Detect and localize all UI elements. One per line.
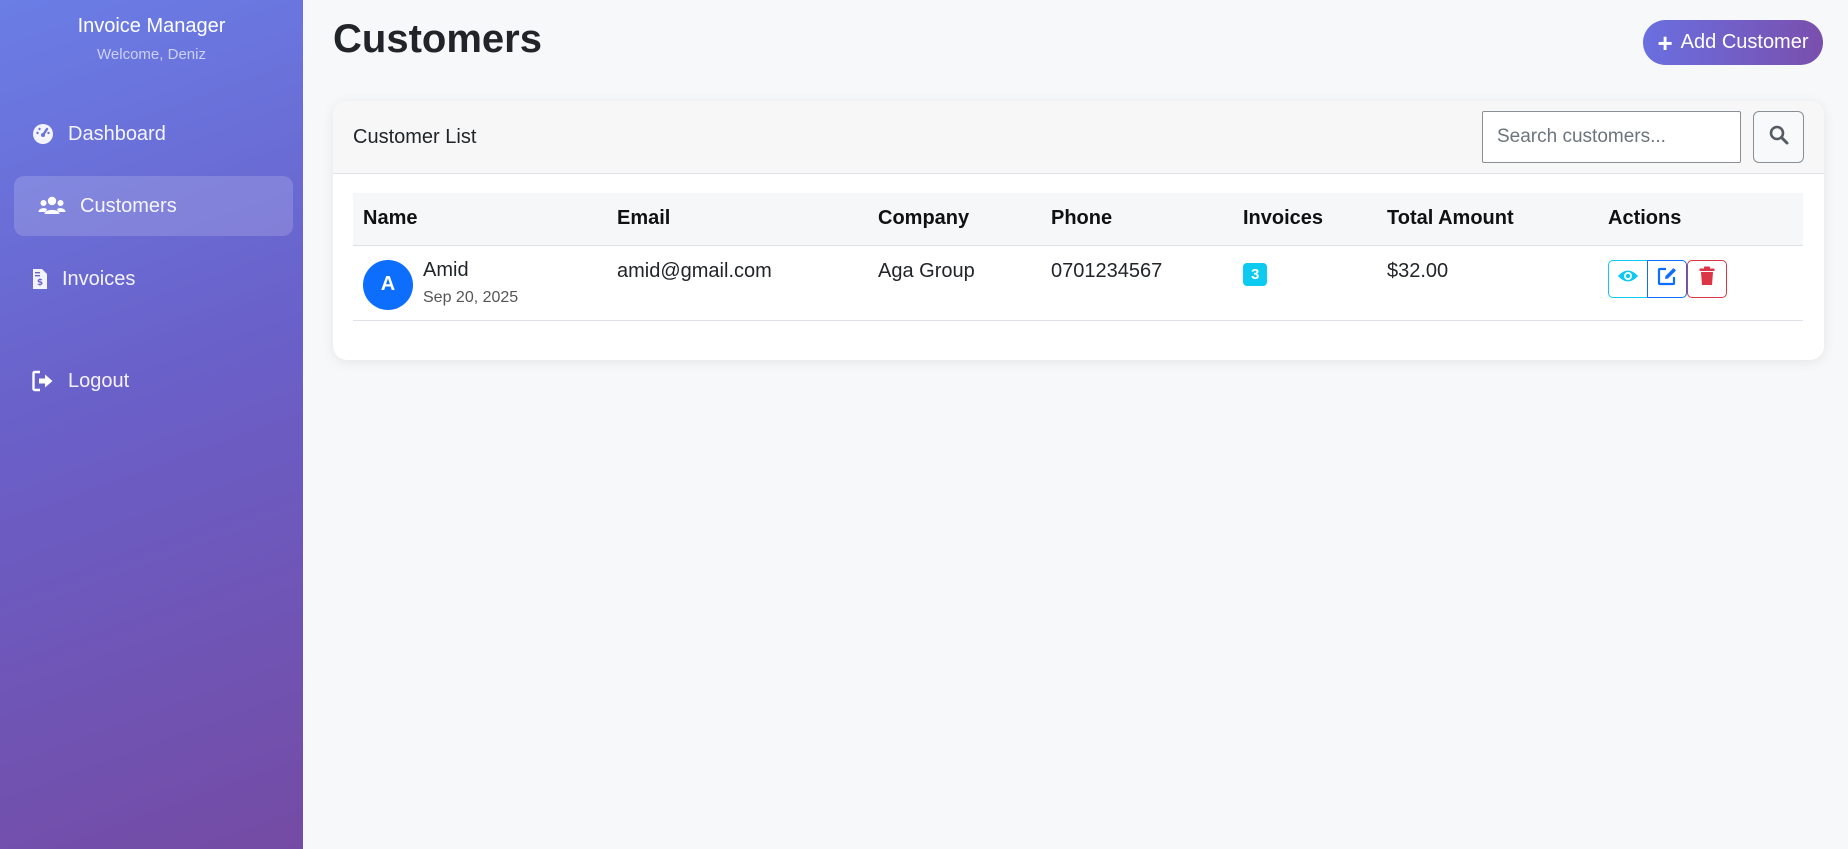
brand: Invoice Manager Welcome, Deniz bbox=[0, 0, 303, 64]
cell-actions bbox=[1598, 245, 1803, 321]
view-button[interactable] bbox=[1608, 259, 1648, 298]
sidebar-item-label: Dashboard bbox=[68, 122, 166, 145]
column-header-name[interactable]: Name bbox=[353, 193, 607, 246]
page-title: Customers bbox=[333, 17, 542, 61]
svg-text:$: $ bbox=[37, 278, 43, 288]
search-input[interactable] bbox=[1482, 111, 1741, 163]
column-header-total-amount[interactable]: Total Amount bbox=[1377, 193, 1598, 246]
customer-date: Sep 20, 2025 bbox=[423, 288, 519, 306]
dashboard-gauge-icon bbox=[32, 123, 54, 145]
cell-phone: 0701234567 bbox=[1041, 245, 1233, 321]
table-row[interactable]: A Amid Sep 20, 2025 amid@gmail.com Aga G… bbox=[353, 245, 1803, 321]
search-button[interactable] bbox=[1753, 111, 1804, 163]
logout-icon bbox=[32, 370, 54, 392]
plus-icon: + bbox=[1657, 27, 1673, 58]
column-header-phone[interactable]: Phone bbox=[1041, 193, 1233, 246]
add-customer-button[interactable]: + Add Customer bbox=[1643, 20, 1823, 65]
customer-name: Amid bbox=[423, 258, 469, 281]
trash-icon bbox=[1699, 266, 1715, 292]
cell-company: Aga Group bbox=[868, 245, 1041, 321]
sidebar-item-invoices[interactable]: $ Invoices bbox=[14, 249, 293, 309]
sidebar-item-label: Logout bbox=[68, 369, 130, 392]
search-icon bbox=[1769, 125, 1789, 150]
add-customer-label: Add Customer bbox=[1680, 31, 1809, 53]
customers-table: Name Email Company Phone Invoices Total … bbox=[353, 193, 1803, 321]
app-title: Invoice Manager bbox=[77, 15, 226, 37]
customer-name-cell: A Amid Sep 20, 2025 bbox=[363, 257, 597, 310]
column-header-invoices[interactable]: Invoices bbox=[1233, 193, 1377, 246]
delete-button[interactable] bbox=[1687, 259, 1727, 298]
column-header-company[interactable]: Company bbox=[868, 193, 1041, 246]
sidebar-item-label: Customers bbox=[80, 194, 177, 217]
eye-icon bbox=[1617, 267, 1639, 290]
edit-icon bbox=[1657, 266, 1677, 292]
cell-name: A Amid Sep 20, 2025 bbox=[353, 245, 607, 321]
card-title: Customer List bbox=[353, 125, 477, 148]
column-header-actions: Actions bbox=[1598, 193, 1803, 246]
sidebar-item-label: Invoices bbox=[62, 267, 136, 290]
table-header-row: Name Email Company Phone Invoices Total … bbox=[353, 193, 1803, 246]
cell-total-amount: $32.00 bbox=[1377, 245, 1598, 321]
sidebar-item-logout[interactable]: Logout bbox=[14, 351, 293, 411]
row-actions bbox=[1608, 259, 1793, 298]
avatar: A bbox=[363, 259, 413, 310]
card-header: Customer List bbox=[333, 101, 1824, 174]
cell-invoices: 3 bbox=[1233, 245, 1377, 321]
sidebar: Invoice Manager Welcome, Deniz Dashboard… bbox=[0, 0, 303, 849]
cell-email: amid@gmail.com bbox=[607, 245, 868, 321]
column-header-email[interactable]: Email bbox=[607, 193, 868, 246]
sidebar-item-customers[interactable]: Customers bbox=[14, 176, 293, 236]
users-icon bbox=[38, 195, 66, 217]
main-content: Customers + Add Customer Customer List S… bbox=[303, 0, 1848, 849]
welcome-text: Welcome, Deniz bbox=[97, 46, 206, 63]
sidebar-item-dashboard[interactable]: Dashboard bbox=[14, 104, 293, 164]
edit-button[interactable] bbox=[1647, 259, 1687, 298]
search-group bbox=[1482, 111, 1804, 163]
invoice-file-icon: $ bbox=[32, 268, 48, 290]
customer-list-card: Customer List Name Email Company bbox=[333, 101, 1824, 360]
invoice-count-badge: 3 bbox=[1243, 262, 1268, 286]
